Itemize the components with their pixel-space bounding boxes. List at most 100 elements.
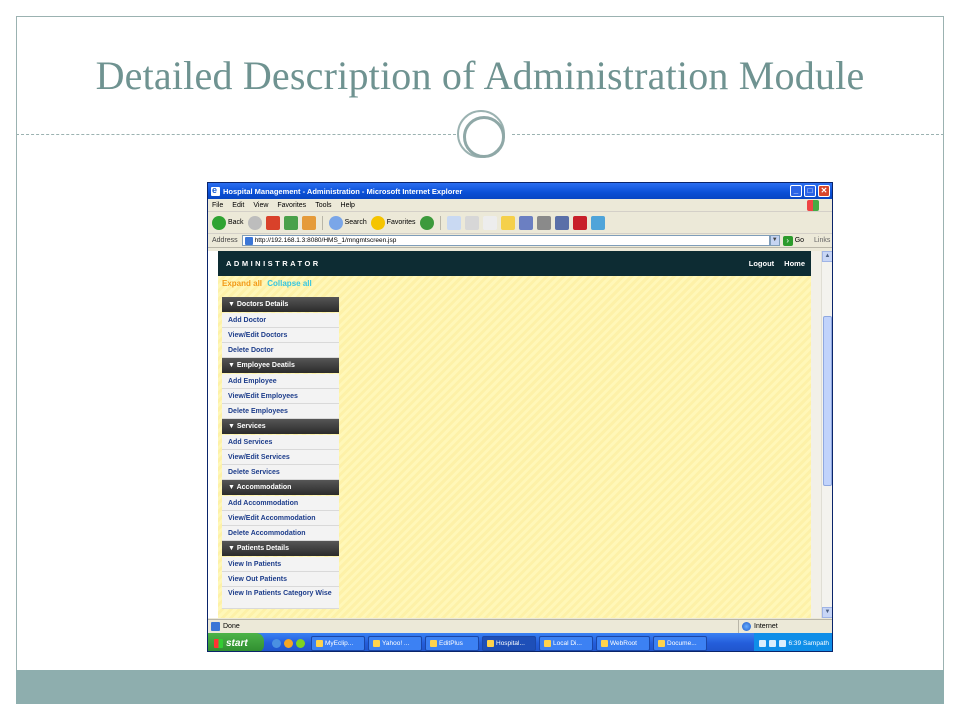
task-documents[interactable]: Docume... (653, 635, 707, 651)
go-arrow-icon: › (782, 235, 793, 246)
menu-item-add-accommodation[interactable]: Add Accommodation (222, 496, 339, 511)
task-label: WebRoot (610, 639, 637, 647)
menu-item-delete-accommodation[interactable]: Delete Accommodation (222, 526, 339, 541)
tools-icon[interactable] (554, 215, 569, 230)
menu-item-delete-employees[interactable]: Delete Employees (222, 404, 339, 419)
tray-icon[interactable] (758, 639, 766, 647)
menu-file[interactable]: File (212, 202, 223, 209)
app-quicklaunch-icon[interactable] (296, 638, 305, 648)
admin-page: ADMINISTRATOR Logout Home Expand all Col… (218, 251, 811, 618)
menu-item-view-out-patients[interactable]: View Out Patients (222, 572, 339, 587)
task-webroot[interactable]: WebRoot (596, 635, 650, 651)
ie-quicklaunch-icon[interactable] (272, 638, 281, 648)
menu-heading-employees[interactable]: ▼ Employee Deatils (222, 358, 339, 373)
mail-icon[interactable] (446, 215, 461, 230)
search-icon (328, 215, 343, 230)
menu-item-in-patients-category[interactable]: View In Patients Category Wise (222, 587, 339, 609)
scroll-up-icon[interactable]: ▲ (822, 251, 832, 262)
stop-icon[interactable] (265, 215, 280, 230)
back-button[interactable]: Back (212, 215, 244, 230)
task-yahoo[interactable]: Yahoo! ... (368, 635, 422, 651)
scroll-down-icon[interactable]: ▼ (822, 607, 832, 618)
maximize-button[interactable]: □ (804, 185, 816, 197)
menu-item-view-edit-employees[interactable]: View/Edit Employees (222, 389, 339, 404)
home-link[interactable]: Home (784, 259, 805, 268)
menu-item-add-services[interactable]: Add Services (222, 435, 339, 450)
menu-item-add-doctor[interactable]: Add Doctor (222, 313, 339, 328)
task-icon (373, 639, 380, 647)
task-label: Local Di... (553, 639, 582, 647)
task-myeclipse[interactable]: MyEclip... (311, 635, 365, 651)
page-done-icon (211, 621, 220, 631)
address-input[interactable]: http://192.168.1.3:8080/HMS_1/mngmtscree… (241, 235, 770, 246)
menu-item-view-in-patients[interactable]: View In Patients (222, 557, 339, 572)
firefox-quicklaunch-icon[interactable] (284, 638, 293, 648)
task-label: Hospital... (496, 639, 525, 647)
window-title: Hospital Management - Administration - M… (223, 186, 463, 196)
collapse-all-link[interactable]: Collapse all (267, 279, 311, 288)
forward-icon[interactable] (247, 215, 262, 230)
minimize-button[interactable]: _ (790, 185, 802, 197)
messenger-icon[interactable] (518, 215, 533, 230)
title-divider-left (16, 134, 456, 135)
edit-icon[interactable] (482, 215, 497, 230)
address-label: Address (212, 237, 238, 244)
task-editplus[interactable]: EditPlus (425, 635, 479, 651)
page-icon (244, 237, 253, 245)
status-bar: Done Internet (208, 619, 832, 633)
star-icon (370, 215, 385, 230)
home-icon[interactable] (301, 215, 316, 230)
task-icon (544, 639, 551, 647)
menu-help[interactable]: Help (341, 202, 355, 209)
menu-heading-services[interactable]: ▼ Services (222, 419, 339, 434)
close-button[interactable]: ✕ (818, 185, 830, 197)
history-icon[interactable] (419, 215, 434, 230)
print-icon[interactable] (464, 215, 479, 230)
menu-heading-accommodation[interactable]: ▼ Accommodation (222, 480, 339, 495)
window-titlebar[interactable]: Hospital Management - Administration - M… (208, 183, 832, 199)
task-label: Yahoo! ... (382, 639, 410, 647)
menu-item-delete-doctor[interactable]: Delete Doctor (222, 343, 339, 358)
menu-item-add-employee[interactable]: Add Employee (222, 374, 339, 389)
title-divider-right (512, 134, 944, 135)
links-label[interactable]: Links (814, 237, 830, 244)
toolbar-extra-icon[interactable] (590, 215, 605, 230)
menu-heading-doctors[interactable]: ▼ Doctors Details (222, 297, 339, 312)
menu-favorites[interactable]: Favorites (277, 202, 306, 209)
expand-collapse-row: Expand all Collapse all (222, 279, 312, 288)
address-dropdown-icon[interactable]: ▼ (769, 235, 780, 246)
menu-bar: File Edit View Favorites Tools Help (208, 199, 832, 212)
toolbar-separator (439, 215, 441, 230)
slide-footer-band (16, 670, 944, 704)
task-icon (430, 639, 437, 647)
menu-item-view-edit-doctors[interactable]: View/Edit Doctors (222, 328, 339, 343)
expand-all-link[interactable]: Expand all (222, 279, 262, 288)
addon-icon[interactable] (572, 215, 587, 230)
menu-tools[interactable]: Tools (315, 202, 331, 209)
side-menu: ▼ Doctors Details Add Doctor View/Edit D… (222, 297, 339, 609)
refresh-icon[interactable] (283, 215, 298, 230)
menu-edit[interactable]: Edit (232, 202, 244, 209)
menu-heading-patients[interactable]: ▼ Patients Details (222, 541, 339, 556)
menu-item-delete-services[interactable]: Delete Services (222, 465, 339, 480)
tray-icon[interactable] (768, 639, 776, 647)
logout-link[interactable]: Logout (749, 259, 774, 268)
task-label: Docume... (667, 639, 697, 647)
tray-icon[interactable] (778, 639, 786, 647)
menu-item-view-edit-services[interactable]: View/Edit Services (222, 450, 339, 465)
start-button[interactable]: start (208, 633, 264, 651)
tray-clock: 6:39 Sampath (788, 639, 829, 647)
research-icon[interactable] (536, 215, 551, 230)
task-label: EditPlus (439, 639, 463, 647)
menu-item-view-edit-accommodation[interactable]: View/Edit Accommodation (222, 511, 339, 526)
task-hospital[interactable]: Hospital... (482, 635, 536, 651)
toolbar-separator (321, 215, 323, 230)
menu-view[interactable]: View (253, 202, 268, 209)
folder-icon[interactable] (500, 215, 515, 230)
scroll-thumb[interactable] (823, 316, 832, 486)
search-button[interactable]: Search (328, 215, 367, 230)
task-local-disk[interactable]: Local Di... (539, 635, 593, 651)
vertical-scrollbar[interactable]: ▲ ▼ (821, 251, 832, 618)
go-button[interactable]: › Go (782, 235, 804, 246)
favorites-button[interactable]: Favorites (370, 215, 416, 230)
